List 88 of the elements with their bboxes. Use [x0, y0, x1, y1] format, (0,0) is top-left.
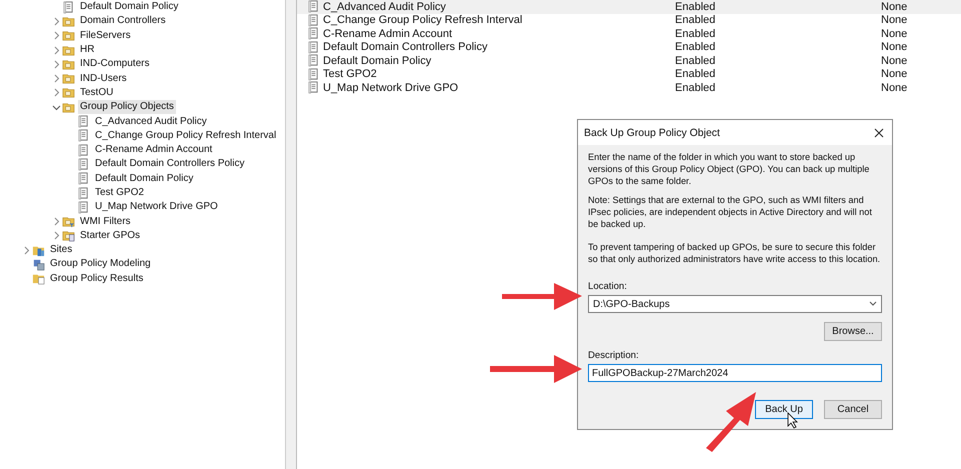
document-icon: [77, 186, 90, 200]
tree-item[interactable]: Default Domain Controllers Policy: [93, 157, 247, 172]
location-dropdown[interactable]: D:\GPO-Backups: [588, 295, 882, 313]
dialog-text: To prevent tampering of backed up GPOs, be sure to secure this folder so that only authorized administrators have write access to this location.: [588, 241, 882, 265]
folder-icon: [62, 44, 75, 57]
close-icon[interactable]: [874, 128, 884, 138]
tree-item[interactable]: IND-Users: [78, 72, 129, 86]
tree-item[interactable]: Domain Controllers: [78, 14, 168, 28]
table-cell: None: [881, 14, 908, 26]
tree-item[interactable]: Group Policy Results: [48, 272, 146, 286]
tree-item[interactable]: FileServers: [78, 28, 133, 43]
tree-item[interactable]: Group Policy Modeling: [48, 257, 153, 272]
tree-item[interactable]: C-Rename Admin Account: [93, 143, 214, 158]
gpo-name[interactable]: C_Change Group Policy Refresh Interval: [323, 14, 675, 26]
tree-item[interactable]: Test GPO2: [93, 186, 146, 200]
status-cell-text: Enabled: [675, 68, 716, 80]
field-label: Description:: [588, 350, 640, 361]
gpo-name[interactable]: C_Advanced Audit Policy: [323, 0, 675, 13]
folder-icon: [62, 58, 75, 71]
tree-item[interactable]: Starter GPOs: [78, 228, 142, 243]
status-cell-text: Enabled: [675, 41, 716, 54]
tree-item[interactable]: Sites: [48, 243, 74, 258]
browse-button[interactable]: Browse...: [824, 322, 882, 341]
dialog-button[interactable]: Cancel: [824, 400, 882, 419]
folder-icon: [62, 29, 75, 42]
tree-item[interactable]: Default Domain Policy: [78, 0, 180, 14]
status-cell-text: Enabled: [675, 0, 716, 13]
expand-chevron-icon[interactable]: [52, 74, 61, 84]
expand-chevron-icon[interactable]: [52, 60, 61, 69]
status-cell-text: Enabled: [675, 82, 716, 94]
table-cell: None: [881, 41, 908, 54]
dialog-text: Note: Settings that are external to the GPO, such as WMI filters and IPsec policies, are independent objects in Active Directory and will not be backed up.: [588, 194, 873, 230]
tree-item[interactable]: C_Change Group Policy Refresh Interval: [93, 128, 278, 143]
expand-chevron-icon[interactable]: [52, 231, 61, 240]
status-cell-text: Enabled: [675, 28, 716, 40]
description-field[interactable]: FullGPOBackup-27March2024: [588, 364, 882, 382]
document-icon: [77, 172, 90, 186]
status-cell-text: Enabled: [675, 14, 716, 26]
expand-chevron-icon[interactable]: [52, 88, 61, 98]
dropdown-caret-icon[interactable]: [869, 301, 877, 307]
document-icon: [77, 158, 90, 171]
document-icon: [77, 144, 90, 157]
document-icon: [77, 115, 90, 128]
expand-chevron-icon[interactable]: [52, 46, 61, 55]
tree-item[interactable]: Group Policy Objects: [78, 100, 176, 114]
expand-chevron-icon[interactable]: [22, 246, 31, 255]
document-icon: [307, 81, 320, 94]
modeling-icon: [32, 258, 45, 271]
field-label: Location:: [588, 281, 628, 292]
document-icon: [307, 27, 320, 40]
tree-item[interactable]: Default Domain Policy: [93, 172, 196, 186]
table-cell: None: [881, 0, 908, 13]
tree-item[interactable]: C_Advanced Audit Policy: [93, 114, 209, 129]
table-cell: None: [881, 54, 908, 67]
gpo-name[interactable]: Default Domain Policy: [323, 54, 675, 67]
gpo-name[interactable]: Default Domain Controllers Policy: [323, 41, 675, 54]
gpo-name[interactable]: U_Map Network Drive GPO: [323, 82, 675, 94]
filter-folder-icon: [62, 215, 75, 228]
document-folder-icon: [62, 229, 75, 242]
document-icon: [307, 68, 320, 81]
gpo-name[interactable]: C-Rename Admin Account: [323, 28, 675, 40]
dialog-title: Back Up Group Policy Object: [584, 126, 720, 138]
document-icon: [77, 129, 90, 142]
folder-icon: [62, 100, 75, 114]
expand-chevron-icon[interactable]: [52, 31, 61, 40]
collapse-chevron-icon[interactable]: [52, 102, 61, 112]
status-cell-text: Enabled: [675, 54, 716, 67]
document-icon: [77, 200, 90, 214]
folder-icon: [62, 14, 75, 28]
folder-icon: [62, 86, 75, 100]
gpo-name[interactable]: Test GPO2: [323, 68, 675, 80]
tree-item[interactable]: IND-Computers: [78, 57, 152, 72]
table-cell: None: [881, 68, 908, 80]
expand-chevron-icon[interactable]: [52, 16, 61, 26]
folder-icon: [62, 72, 75, 86]
tree-item[interactable]: U_Map Network Drive GPO: [93, 200, 220, 214]
results-icon: [32, 272, 45, 286]
annotation-arrow: [704, 390, 758, 454]
tree-item[interactable]: HR: [78, 43, 96, 58]
tree-item[interactable]: WMI Filters: [78, 214, 133, 229]
dialog-button[interactable]: Back Up: [755, 400, 813, 419]
table-cell: None: [881, 82, 908, 94]
expand-chevron-icon[interactable]: [52, 217, 61, 226]
tree-item[interactable]: TestOU: [78, 86, 116, 100]
dialog-text: Enter the name of the folder in which you want to store backed up versions of this Group Policy Object (GPO). You can back up multiple GPOs to the same folder.: [588, 151, 870, 187]
document-icon: [307, 54, 320, 68]
table-cell: None: [881, 28, 908, 40]
document-icon: [307, 40, 320, 54]
